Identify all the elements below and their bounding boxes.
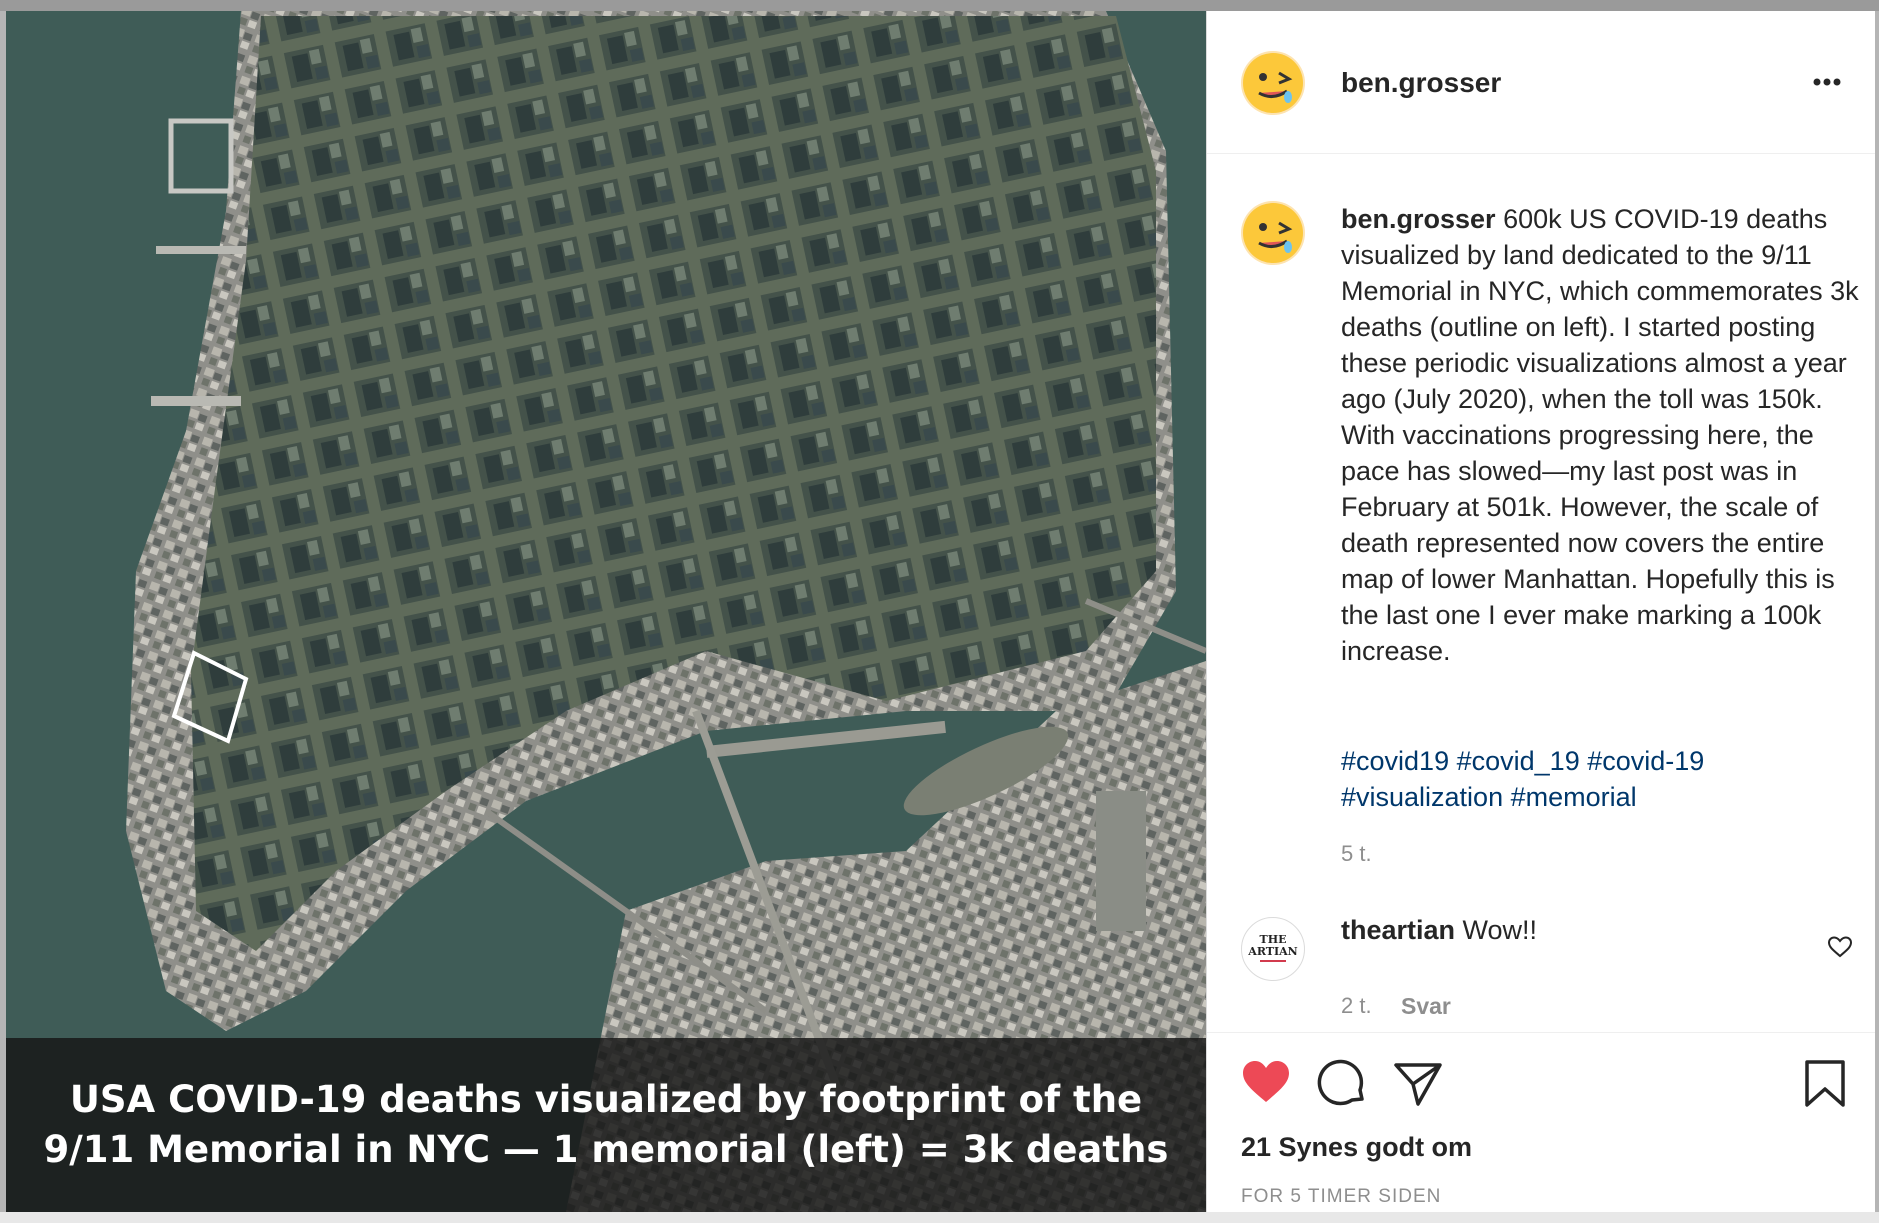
bookmark-icon <box>1805 1060 1845 1107</box>
caption-timestamp[interactable]: 5 t. <box>1341 841 1372 867</box>
hashtag-link[interactable]: #covid_19 <box>1457 746 1580 776</box>
comment-icon <box>1317 1059 1364 1106</box>
satellite-map <box>6 11 1206 1212</box>
reply-button[interactable]: Svar <box>1401 993 1451 1020</box>
actions-divider <box>1207 1032 1875 1033</box>
emoji-avatar-icon <box>1243 203 1303 263</box>
heart-filled-icon <box>1243 1061 1289 1102</box>
comment-author-username[interactable]: theartian <box>1341 915 1455 945</box>
emoji-avatar-icon <box>1243 53 1303 113</box>
comment-button[interactable] <box>1317 1059 1367 1114</box>
hashtag-link[interactable]: #covid-19 <box>1587 746 1704 776</box>
post-side-panel: ben.grosser ben.grosser 600k US COVID-19… <box>1206 11 1875 1212</box>
comment-body: Wow!! <box>1462 915 1538 945</box>
logo-text-line-2: ARTIAN <box>1248 945 1298 958</box>
post-image[interactable]: USA COVID-19 deaths visualized by footpr… <box>6 11 1206 1212</box>
hashtag-link[interactable]: #visualization <box>1341 782 1503 812</box>
heart-outline-icon <box>1827 936 1853 958</box>
share-button[interactable] <box>1393 1061 1443 1112</box>
browser-top-bar <box>0 0 1879 11</box>
save-button[interactable] <box>1803 1059 1847 1114</box>
like-button[interactable] <box>1241 1059 1291 1110</box>
caption-author-avatar[interactable] <box>1241 201 1305 265</box>
hashtag-list: #covid19 #covid_19 #covid-19 #visualizat… <box>1341 743 1761 815</box>
media-caption: USA COVID-19 deaths visualized by footpr… <box>44 1075 1169 1175</box>
caption-body: 600k US COVID-19 deaths visualized by la… <box>1341 204 1859 666</box>
more-options-button[interactable] <box>1807 67 1847 97</box>
likes-count[interactable]: 21 Synes godt om <box>1241 1132 1472 1163</box>
more-icon <box>1813 78 1841 86</box>
author-avatar[interactable] <box>1241 51 1305 115</box>
hashtag-link[interactable]: #covid19 <box>1341 746 1449 776</box>
share-icon <box>1394 1063 1442 1106</box>
author-username[interactable]: ben.grosser <box>1341 67 1501 99</box>
post-header: ben.grosser <box>1207 11 1875 154</box>
comment-timestamp[interactable]: 2 t. <box>1341 993 1372 1019</box>
comment-like-button[interactable] <box>1827 935 1853 964</box>
commenter-avatar[interactable]: THE ARTIAN <box>1241 917 1305 981</box>
media-caption-line-2: 9/11 Memorial in NYC — 1 memorial (left)… <box>43 1128 1169 1171</box>
window-bottom-edge <box>0 1212 1879 1223</box>
caption-author-username[interactable]: ben.grosser <box>1341 204 1496 234</box>
media-caption-band: USA COVID-19 deaths visualized by footpr… <box>6 1038 1206 1212</box>
media-caption-line-1: USA COVID-19 deaths visualized by footpr… <box>69 1078 1143 1121</box>
post-caption: ben.grosser 600k US COVID-19 deaths visu… <box>1341 201 1861 669</box>
comment: theartian Wow!! <box>1341 915 1537 946</box>
post-timestamp[interactable]: FOR 5 TIMER SIDEN <box>1241 1186 1441 1208</box>
logo-underline <box>1260 960 1286 962</box>
hashtag-link[interactable]: #memorial <box>1511 782 1637 812</box>
theartian-logo: THE ARTIAN <box>1242 934 1304 962</box>
